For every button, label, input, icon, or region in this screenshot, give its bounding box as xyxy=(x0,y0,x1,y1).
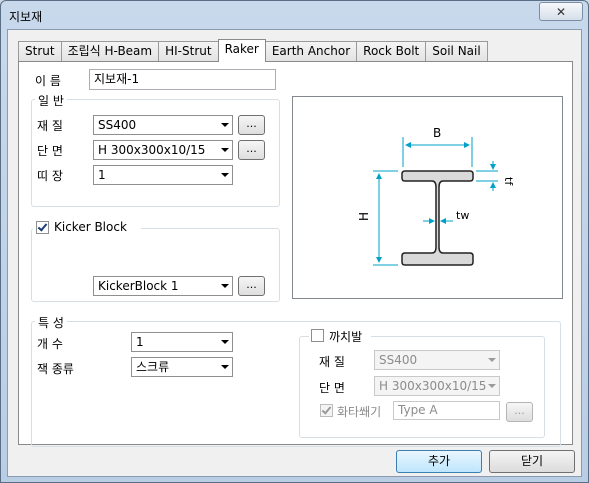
dialog-client-area: Strut 조립식 H-Beam HI-Strut Raker Earth An… xyxy=(7,29,582,477)
dim-tw-label: tw xyxy=(456,209,469,222)
chevron-down-icon xyxy=(221,284,229,288)
kicker-block-header: Kicker Block xyxy=(33,220,141,236)
chevron-down-icon xyxy=(221,123,229,127)
kicker-block-checkbox[interactable] xyxy=(36,221,49,234)
wedge-browse-button[interactable]: ... xyxy=(506,402,533,422)
jack-type-select[interactable]: 스크류 xyxy=(131,357,233,377)
checkmark-icon xyxy=(37,221,48,232)
tie-select-value: 1 xyxy=(98,168,106,182)
close-button[interactable]: 닫기 xyxy=(489,450,575,473)
material-select[interactable]: SS400 xyxy=(93,115,233,135)
section-preview: B H tf tw xyxy=(292,96,563,299)
wedge-checkbox[interactable] xyxy=(320,404,333,417)
count-select[interactable]: 1 xyxy=(131,332,233,352)
bracket-label: 까치발 xyxy=(329,330,363,344)
tie-label: 띠 장 xyxy=(37,169,63,183)
wedge-type-input[interactable]: Type A xyxy=(393,401,500,420)
chevron-down-icon xyxy=(488,384,496,388)
properties-group-title: 특 성 xyxy=(35,314,67,331)
name-input[interactable]: 지보재-1 xyxy=(89,69,276,90)
chevron-down-icon xyxy=(221,340,229,344)
add-button[interactable]: 추가 xyxy=(396,450,482,473)
bracket-material-value: SS400 xyxy=(379,353,418,367)
tab-strip: Strut 조립식 H-Beam HI-Strut Raker Earth An… xyxy=(18,39,488,62)
tab-rock-bolt[interactable]: Rock Bolt xyxy=(356,41,427,62)
jack-type-select-value: 스크류 xyxy=(136,360,170,374)
bracket-header: 까치발 xyxy=(309,328,371,344)
close-icon: ✕ xyxy=(555,4,567,19)
kicker-block-label: Kicker Block xyxy=(54,220,127,234)
title-bar: 지보재 ✕ xyxy=(1,1,588,31)
chevron-down-icon xyxy=(221,365,229,369)
material-label: 재 질 xyxy=(37,119,63,133)
section-browse-button[interactable]: ... xyxy=(238,140,265,160)
count-label: 개 수 xyxy=(37,337,63,351)
tab-hi-strut[interactable]: HI-Strut xyxy=(158,41,219,62)
chevron-down-icon xyxy=(221,148,229,152)
tab-h-beam[interactable]: 조립식 H-Beam xyxy=(60,41,160,62)
bracket-checkbox[interactable] xyxy=(311,329,324,342)
tab-earth-anchor[interactable]: Earth Anchor xyxy=(264,41,358,62)
checkmark-icon xyxy=(321,404,332,415)
tie-select[interactable]: 1 xyxy=(93,165,233,185)
section-select[interactable]: H 300x300x10/15 xyxy=(93,140,233,160)
name-label: 이 름 xyxy=(35,74,61,88)
window-title: 지보재 xyxy=(9,10,43,24)
tab-soil-nail[interactable]: Soil Nail xyxy=(425,41,488,62)
jack-type-label: 잭 종류 xyxy=(37,362,74,376)
general-group-title: 일 반 xyxy=(35,92,67,109)
kicker-block-select-value: KickerBlock 1 xyxy=(98,279,179,293)
section-select-value: H 300x300x10/15 xyxy=(98,143,206,157)
dim-tf-label: tf xyxy=(502,177,515,186)
wedge-label: 화타쐐기 xyxy=(337,405,382,419)
section-label: 단 면 xyxy=(37,144,63,158)
bracket-material-label: 재 질 xyxy=(319,355,345,369)
dim-h-label: H xyxy=(357,212,371,221)
tab-raker[interactable]: Raker xyxy=(217,39,266,62)
bracket-section-select[interactable]: H 300x300x10/15 xyxy=(374,376,500,396)
dim-b-label: B xyxy=(433,126,441,140)
material-select-value: SS400 xyxy=(98,118,137,132)
tab-strut[interactable]: Strut xyxy=(18,41,62,62)
material-browse-button[interactable]: ... xyxy=(238,115,265,135)
chevron-down-icon xyxy=(488,358,496,362)
count-select-value: 1 xyxy=(136,335,144,349)
kicker-block-browse-button[interactable]: ... xyxy=(238,276,265,296)
raker-tab-panel: 이 름 지보재-1 일 반 재 질 SS400 ... 단 면 H 300x30… xyxy=(18,61,573,447)
bracket-section-label: 단 면 xyxy=(319,381,345,395)
dialog-window: 지보재 ✕ Strut 조립식 H-Beam HI-Strut Raker Ea… xyxy=(0,0,589,483)
bracket-material-select[interactable]: SS400 xyxy=(374,350,500,370)
kicker-block-select[interactable]: KickerBlock 1 xyxy=(93,276,233,296)
chevron-down-icon xyxy=(221,173,229,177)
window-close-button[interactable]: ✕ xyxy=(539,2,583,21)
h-beam-diagram: B H tf tw xyxy=(357,126,515,266)
bracket-section-value: H 300x300x10/15 xyxy=(379,379,487,393)
